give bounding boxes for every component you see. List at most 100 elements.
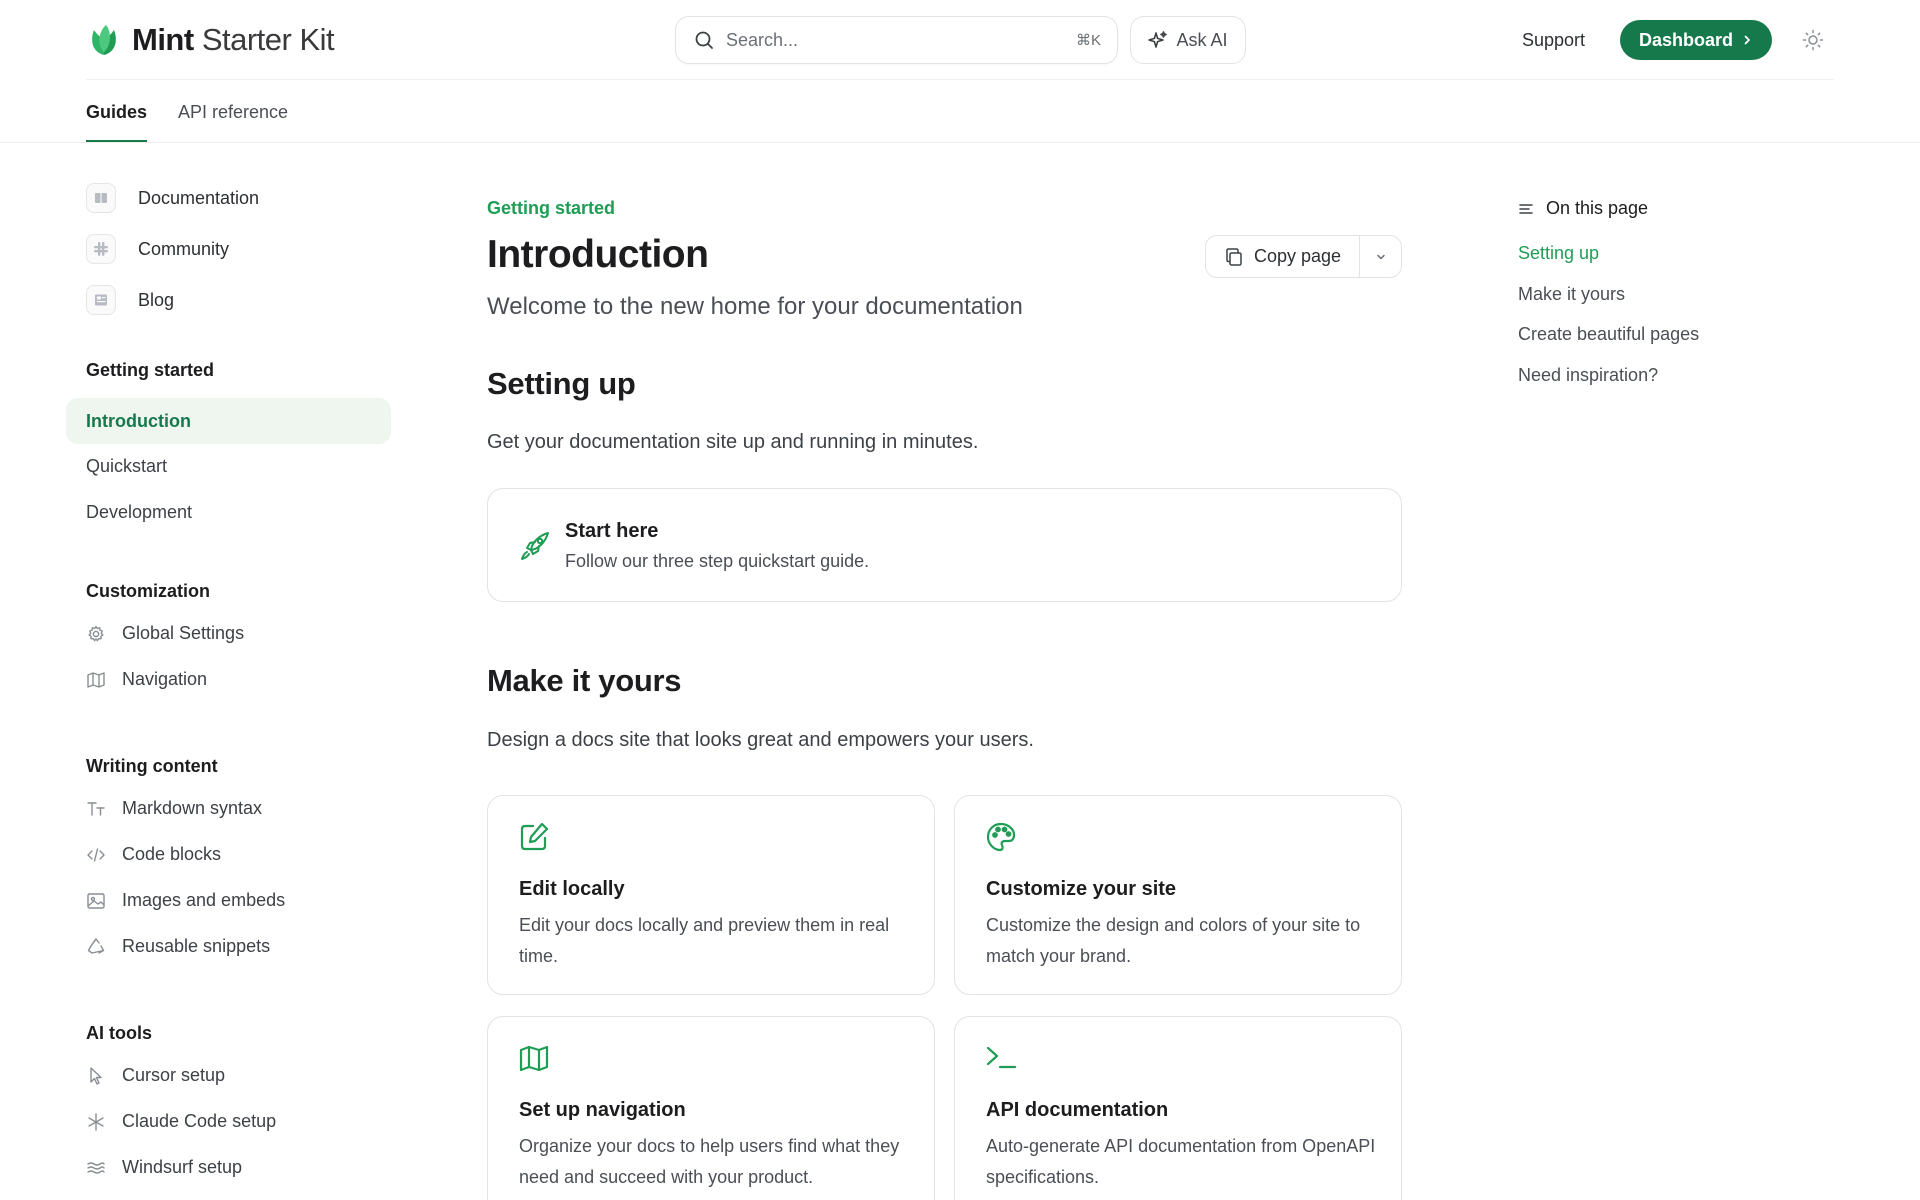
support-link[interactable]: Support bbox=[1522, 30, 1585, 51]
sidebar-item-navigation[interactable]: Navigation bbox=[86, 669, 207, 690]
dashboard-button[interactable]: Dashboard bbox=[1620, 20, 1772, 60]
page-subtitle: Welcome to the new home for your documen… bbox=[487, 293, 1023, 320]
tab-guides[interactable]: Guides bbox=[86, 80, 148, 143]
top-header: Mint Starter Kit Search... ⌘K Ask AI Sup… bbox=[0, 0, 1920, 80]
map-icon bbox=[519, 1045, 549, 1072]
sidebar-item-markdown-syntax[interactable]: Markdown syntax bbox=[86, 798, 262, 819]
sidebar-item-label: Claude Code setup bbox=[122, 1111, 277, 1131]
api-documentation-card[interactable]: API documentation Auto-generate API docu… bbox=[954, 1016, 1402, 1200]
sidebar-link-blog[interactable]: Blog bbox=[86, 285, 174, 315]
sidebar-heading-writing-content: Writing content bbox=[86, 756, 218, 776]
text-size-icon bbox=[87, 801, 105, 816]
edit-locally-card[interactable]: Edit locally Edit your docs locally and … bbox=[487, 795, 935, 995]
sidebar-item-global-settings[interactable]: Global Settings bbox=[86, 623, 244, 644]
ask-ai-button[interactable]: Ask AI bbox=[1130, 16, 1246, 64]
sidebar-item-label: Images and embeds bbox=[122, 890, 286, 910]
sidebar-item-label: Navigation bbox=[122, 669, 208, 689]
ask-ai-label: Ask AI bbox=[1176, 29, 1228, 50]
sidebar-heading-customization: Customization bbox=[86, 581, 210, 601]
pencil-square-icon bbox=[520, 822, 549, 851]
search-icon bbox=[695, 31, 713, 49]
copy-page-label: Copy page bbox=[1253, 246, 1342, 266]
section-heading-make-it-yours: Make it yours bbox=[487, 663, 682, 698]
sidebar-item-code-blocks[interactable]: Code blocks bbox=[86, 844, 221, 865]
toc-item-make-it-yours[interactable]: Make it yours bbox=[1518, 284, 1625, 305]
brand-name: Mint Starter Kit bbox=[132, 22, 335, 58]
copy-icon bbox=[1226, 247, 1242, 266]
sidebar-link-community[interactable]: Community bbox=[86, 234, 229, 264]
toc-item-create-beautiful-pages[interactable]: Create beautiful pages bbox=[1518, 324, 1699, 345]
page-title: Introduction bbox=[487, 233, 709, 276]
list-icon bbox=[1519, 203, 1533, 214]
copy-page-button[interactable]: Copy page bbox=[1206, 236, 1359, 277]
sidebar-link-label: Community bbox=[138, 238, 230, 259]
sidebar-item-claude-code-setup[interactable]: Claude Code setup bbox=[86, 1111, 276, 1132]
sidebar-link-documentation[interactable]: Documentation bbox=[86, 183, 259, 213]
cursor-icon bbox=[90, 1066, 102, 1085]
card-description: Organize your docs to help users find wh… bbox=[519, 1136, 900, 1187]
search-placeholder: Search... bbox=[726, 29, 799, 50]
card-description: Customize the design and colors of your … bbox=[986, 915, 1361, 966]
section-text: Design a docs site that looks great and … bbox=[487, 729, 1034, 751]
sidebar-item-label: Markdown syntax bbox=[122, 798, 263, 818]
sidebar-link-label: Blog bbox=[138, 289, 175, 310]
breadcrumb[interactable]: Getting started bbox=[487, 198, 615, 219]
toc-item-need-inspiration[interactable]: Need inspiration? bbox=[1518, 365, 1658, 386]
sidebar-item-label: Global Settings bbox=[122, 623, 245, 643]
sun-icon[interactable] bbox=[1802, 29, 1824, 51]
code-icon bbox=[87, 847, 105, 862]
navigation-card[interactable]: Set up navigation Organize your docs to … bbox=[487, 1016, 935, 1200]
card-title: Customize your site bbox=[986, 878, 1177, 900]
header-divider bbox=[86, 79, 1834, 80]
brand-logo[interactable]: Mint Starter Kit bbox=[86, 20, 335, 60]
copy-options-button[interactable] bbox=[1359, 236, 1401, 277]
dashboard-label: Dashboard bbox=[1638, 29, 1734, 50]
search-input[interactable]: Search... ⌘K bbox=[675, 16, 1118, 64]
gear-icon bbox=[88, 625, 104, 641]
customize-site-card[interactable]: Customize your site Customize the design… bbox=[954, 795, 1402, 995]
slack-icon bbox=[86, 234, 116, 264]
terminal-icon bbox=[986, 1046, 1017, 1069]
card-title: Start here bbox=[565, 520, 659, 542]
sidebar-item-cursor-setup[interactable]: Cursor setup bbox=[86, 1065, 225, 1086]
toc-heading-label: On this page bbox=[1546, 198, 1649, 218]
sidebar-link-label: Documentation bbox=[138, 187, 260, 208]
toc-heading: On this page bbox=[1518, 198, 1648, 219]
book-icon bbox=[86, 183, 116, 213]
sidebar-item-reusable-snippets[interactable]: Reusable snippets bbox=[86, 936, 270, 957]
sidebar-item-windsurf-setup[interactable]: Windsurf setup bbox=[86, 1157, 242, 1178]
chevron-down-icon bbox=[1376, 254, 1385, 259]
card-description: Auto-generate API documentation from Ope… bbox=[986, 1136, 1376, 1187]
section-heading-setting-up: Setting up bbox=[487, 366, 636, 401]
chevron-right-icon bbox=[1744, 35, 1750, 45]
waves-icon bbox=[87, 1161, 105, 1174]
map-icon bbox=[87, 671, 105, 688]
sidebar-heading-ai-tools: AI tools bbox=[86, 1023, 152, 1043]
brand-name-bold: Mint bbox=[132, 22, 194, 57]
toc-item-setting-up[interactable]: Setting up bbox=[1518, 243, 1599, 264]
section-text: Get your documentation site up and runni… bbox=[487, 431, 979, 453]
sidebar: Documentation Community Blog Getting sta… bbox=[0, 143, 400, 1200]
palette-icon bbox=[986, 822, 1016, 852]
sidebar-item-label: Reusable snippets bbox=[122, 936, 271, 956]
asterisk-icon bbox=[88, 1112, 104, 1131]
sidebar-item-images-and-embeds[interactable]: Images and embeds bbox=[86, 890, 285, 911]
sidebar-item-label: Windsurf setup bbox=[122, 1157, 243, 1177]
sidebar-item-label: Cursor setup bbox=[122, 1065, 226, 1085]
leaf-logo-icon bbox=[92, 25, 116, 55]
card-description: Edit your docs locally and preview them … bbox=[519, 915, 890, 966]
start-here-card[interactable]: Start here Follow our three step quickst… bbox=[487, 488, 1402, 602]
sidebar-item-introduction[interactable]: Introduction bbox=[66, 398, 391, 444]
sidebar-item-quickstart[interactable]: Quickstart bbox=[86, 456, 167, 477]
card-title: Edit locally bbox=[519, 878, 625, 900]
tab-api-reference[interactable]: API reference bbox=[178, 80, 288, 143]
sidebar-item-development[interactable]: Development bbox=[86, 502, 192, 523]
recycle-icon bbox=[87, 937, 105, 954]
search-shortcut: ⌘K bbox=[1075, 32, 1101, 49]
sparkle-icon bbox=[1148, 31, 1168, 48]
newspaper-icon bbox=[86, 285, 116, 315]
card-description: Follow our three step quickstart guide. bbox=[565, 551, 870, 571]
brand-name-rest: Starter Kit bbox=[201, 22, 335, 57]
rocket-icon bbox=[521, 532, 549, 560]
sidebar-item-label: Code blocks bbox=[122, 844, 222, 864]
